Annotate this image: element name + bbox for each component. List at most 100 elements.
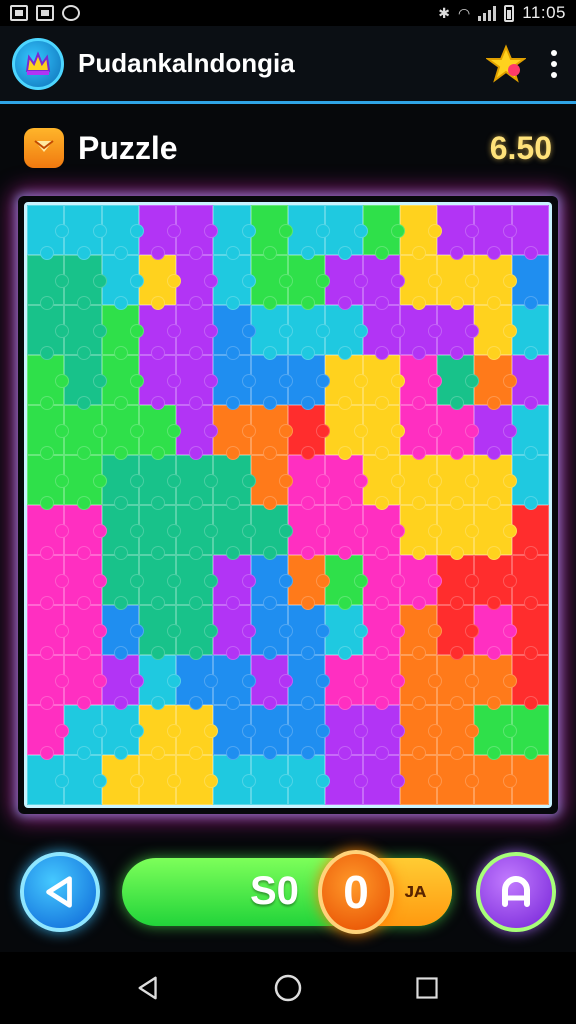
puzzle-piece[interactable]	[474, 255, 518, 310]
puzzle-piece[interactable]	[64, 455, 107, 510]
puzzle-piece[interactable]	[138, 255, 182, 310]
puzzle-piece[interactable]	[176, 205, 219, 260]
puzzle-piece[interactable]	[511, 605, 549, 660]
puzzle-piece[interactable]	[64, 505, 107, 560]
puzzle-piece[interactable]	[287, 555, 331, 610]
puzzle-piece[interactable]	[399, 755, 443, 805]
puzzle-piece[interactable]	[64, 655, 107, 710]
puzzle-piece[interactable]	[101, 505, 145, 560]
puzzle-piece[interactable]	[176, 505, 219, 560]
puzzle-piece[interactable]	[213, 755, 257, 805]
puzzle-piece[interactable]	[101, 205, 145, 260]
puzzle-piece[interactable]	[287, 255, 331, 310]
puzzle-piece[interactable]	[325, 255, 368, 310]
puzzle-piece[interactable]	[176, 405, 219, 460]
puzzle-piece[interactable]	[101, 755, 145, 805]
puzzle-piece[interactable]	[101, 555, 145, 610]
puzzle-piece[interactable]	[64, 605, 107, 660]
puzzle-piece[interactable]	[27, 605, 70, 660]
puzzle-piece[interactable]	[287, 705, 331, 760]
puzzle-piece[interactable]	[213, 505, 257, 560]
puzzle-piece[interactable]	[325, 455, 368, 510]
puzzle-piece[interactable]	[474, 605, 518, 660]
puzzle-piece[interactable]	[176, 605, 219, 660]
puzzle-piece[interactable]	[474, 655, 518, 710]
puzzle-piece[interactable]	[511, 205, 549, 260]
puzzle-piece[interactable]	[399, 405, 443, 460]
puzzle-piece[interactable]	[64, 405, 107, 460]
puzzle-piece[interactable]	[213, 705, 257, 760]
puzzle-piece[interactable]	[287, 455, 331, 510]
puzzle-piece[interactable]	[101, 455, 145, 510]
puzzle-piece[interactable]	[101, 605, 145, 660]
puzzle-piece[interactable]	[27, 455, 70, 510]
puzzle-piece[interactable]	[176, 705, 219, 760]
puzzle-piece[interactable]	[138, 305, 182, 360]
puzzle-piece[interactable]	[437, 255, 480, 310]
puzzle-piece[interactable]	[138, 655, 182, 710]
puzzle-piece[interactable]	[362, 205, 406, 260]
puzzle-piece[interactable]	[437, 205, 480, 260]
puzzle-piece[interactable]	[213, 205, 257, 260]
puzzle-piece[interactable]	[437, 455, 480, 510]
puzzle-piece[interactable]	[325, 305, 368, 360]
puzzle-piece[interactable]	[362, 505, 406, 560]
puzzle-piece[interactable]	[399, 355, 443, 410]
puzzle-piece[interactable]	[474, 355, 518, 410]
puzzle-board[interactable]	[24, 202, 552, 808]
puzzle-piece[interactable]	[213, 405, 257, 460]
puzzle-piece[interactable]	[437, 305, 480, 360]
puzzle-piece[interactable]	[437, 555, 480, 610]
puzzle-piece[interactable]	[64, 355, 107, 410]
puzzle-piece[interactable]	[362, 755, 406, 805]
puzzle-piece[interactable]	[27, 205, 70, 260]
puzzle-piece[interactable]	[399, 705, 443, 760]
puzzle-piece[interactable]	[138, 755, 182, 805]
puzzle-piece[interactable]	[101, 355, 145, 410]
puzzle-piece[interactable]	[325, 505, 368, 560]
puzzle-piece[interactable]	[138, 505, 182, 560]
puzzle-piece[interactable]	[250, 755, 294, 805]
puzzle-piece[interactable]	[250, 355, 294, 410]
puzzle-piece[interactable]	[176, 655, 219, 710]
puzzle-piece[interactable]	[64, 705, 107, 760]
puzzle-piece[interactable]	[511, 555, 549, 610]
puzzle-piece[interactable]	[287, 505, 331, 560]
puzzle-piece[interactable]	[511, 455, 549, 510]
puzzle-piece[interactable]	[250, 305, 294, 360]
puzzle-piece[interactable]	[250, 405, 294, 460]
puzzle-piece[interactable]	[64, 305, 107, 360]
puzzle-piece[interactable]	[399, 655, 443, 710]
puzzle-piece[interactable]	[362, 255, 406, 310]
puzzle-piece[interactable]	[287, 655, 331, 710]
puzzle-piece[interactable]	[362, 305, 406, 360]
puzzle-piece[interactable]	[27, 305, 70, 360]
puzzle-piece[interactable]	[325, 605, 368, 660]
puzzle-piece[interactable]	[399, 205, 443, 260]
puzzle-piece[interactable]	[176, 305, 219, 360]
puzzle-piece[interactable]	[399, 505, 443, 560]
puzzle-piece[interactable]	[325, 755, 368, 805]
puzzle-piece[interactable]	[101, 305, 145, 360]
nav-back-button[interactable]	[129, 968, 169, 1008]
back-button[interactable]	[20, 852, 100, 932]
puzzle-piece[interactable]	[138, 555, 182, 610]
nav-home-button[interactable]	[268, 968, 308, 1008]
puzzle-piece[interactable]	[437, 655, 480, 710]
puzzle-piece[interactable]	[176, 255, 219, 310]
puzzle-piece[interactable]	[399, 555, 443, 610]
puzzle-piece[interactable]	[27, 355, 70, 410]
puzzle-piece[interactable]	[138, 205, 182, 260]
puzzle-piece[interactable]	[27, 655, 70, 710]
puzzle-piece[interactable]	[176, 555, 219, 610]
puzzle-piece[interactable]	[511, 255, 549, 310]
puzzle-piece[interactable]	[474, 705, 518, 760]
puzzle-piece[interactable]	[437, 605, 480, 660]
puzzle-piece[interactable]	[325, 705, 368, 760]
count-badge[interactable]: 0	[318, 850, 394, 934]
puzzle-piece[interactable]	[511, 305, 549, 360]
puzzle-piece[interactable]	[511, 355, 549, 410]
puzzle-piece[interactable]	[138, 405, 182, 460]
puzzle-piece[interactable]	[138, 705, 182, 760]
puzzle-piece[interactable]	[250, 205, 294, 260]
